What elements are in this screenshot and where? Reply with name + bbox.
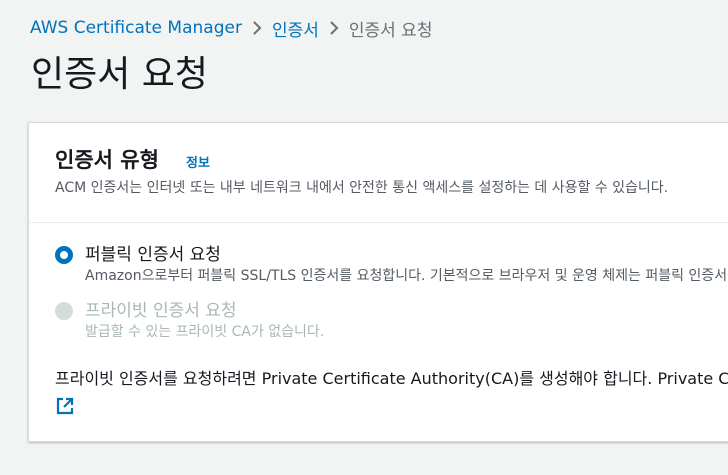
card-title: 인증서 유형 [55,148,159,172]
breadcrumb-item-current: 인증서 요청 [348,20,433,41]
breadcrumb-item-acm[interactable]: AWS Certificate Manager [30,18,242,38]
certificate-type-card: 인증서 유형 정보 ACM 인증서는 인터넷 또는 내부 네트워크 내에서 안전… [28,122,728,442]
radio-description-private: 발급할 수 있는 프라이빗 CA가 없습니다. [85,324,325,340]
card-description: ACM 인증서는 인터넷 또는 내부 네트워크 내에서 안전한 통신 액세스를 … [55,180,669,196]
radio-button-private [55,302,73,320]
radio-label-private: 프라이빗 인증서 요청 [85,301,237,321]
radio-button-public[interactable] [55,246,73,264]
private-ca-note: 프라이빗 인증서를 요청하려면 Private Certificate Auth… [55,369,728,388]
chevron-right-icon [319,18,349,38]
card-header: 인증서 유형 정보 ACM 인증서는 인터넷 또는 내부 네트워크 내에서 안전… [29,123,728,223]
radio-option-public[interactable]: 퍼블릭 인증서 요청 Amazon으로부터 퍼블릭 SSL/TLS 인증서를 요… [55,244,728,286]
breadcrumb: AWS Certificate Manager 인증서 인증서 요청 [30,14,432,42]
radio-label-public: 퍼블릭 인증서 요청 [85,245,221,265]
page-title: 인증서 요청 [31,54,209,95]
info-link[interactable]: 정보 [186,152,210,171]
external-link-icon[interactable] [55,396,75,416]
breadcrumb-item-certificates[interactable]: 인증서 [272,16,319,41]
chevron-right-icon [242,18,272,38]
radio-option-private: 프라이빗 인증서 요청 발급할 수 있는 프라이빗 CA가 없습니다. [55,300,324,342]
radio-description-public: Amazon으로부터 퍼블릭 SSL/TLS 인증서를 요청합니다. 기본적으로… [85,268,728,284]
